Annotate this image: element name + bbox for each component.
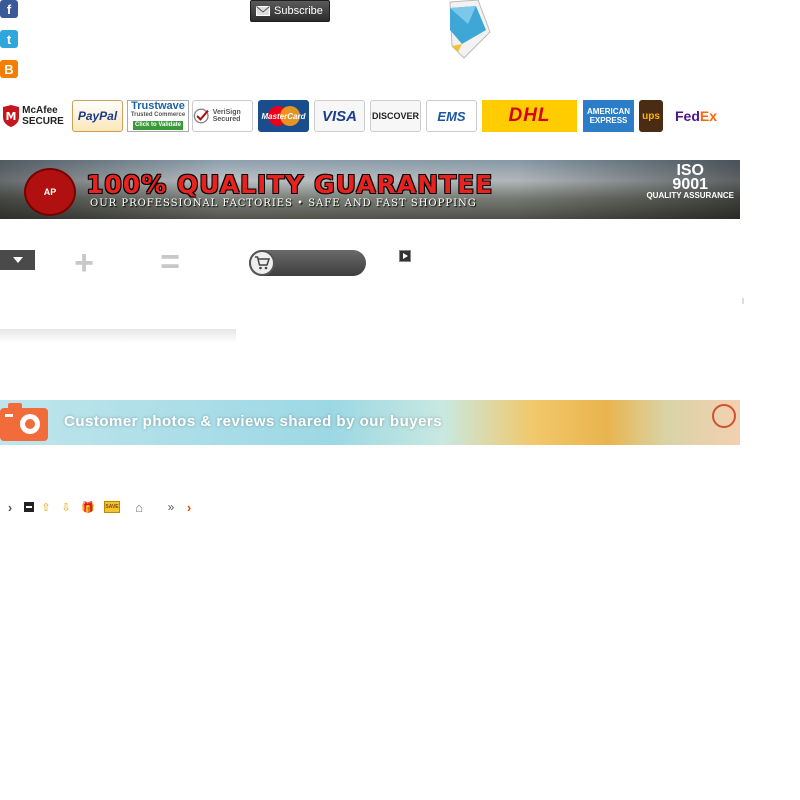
facebook-glyph: f <box>6 1 12 17</box>
arrow-down-icon[interactable]: ⇩ <box>60 501 72 514</box>
badge-text: AP <box>43 187 57 197</box>
save-icon[interactable]: SAVE <box>104 501 120 513</box>
quality-subtitle: OUR PROFESSIONAL FACTORIES • SAFE AND FA… <box>90 198 477 209</box>
blogger-glyph: B <box>4 61 14 77</box>
amex-text-2: EXPRESS <box>589 116 628 125</box>
ups-text: ups <box>642 110 660 122</box>
add-to-cart-button[interactable] <box>249 250 366 276</box>
ups-logo: ups <box>639 100 663 132</box>
subscribe-label: Subscribe <box>274 5 323 17</box>
trustwave-text: Trustwave <box>131 100 185 112</box>
chevron-right-icon[interactable]: › <box>4 500 16 515</box>
twitter-glyph: t <box>6 31 12 47</box>
dhl-logo: DHL <box>482 100 577 132</box>
iso-badge: ISO 9001 QUALITY ASSURANCE <box>646 163 734 200</box>
mcafee-secure-logo: M McAfee SECURE <box>0 100 66 132</box>
brand-circle-icon <box>712 404 736 428</box>
discover-logo: DISCOVER <box>370 100 421 132</box>
iso-assurance: QUALITY ASSURANCE <box>646 191 734 200</box>
facebook-icon[interactable]: f <box>0 0 18 18</box>
amex-text-1: AMERICAN <box>586 107 631 116</box>
equals-icon: = <box>160 243 180 281</box>
photo-banner-text: Customer photos & reviews shared by our … <box>64 413 443 430</box>
fedex-ex: Ex <box>699 108 717 124</box>
verisign-logo: VeriSign Secured <box>192 100 253 132</box>
mail-icon <box>256 6 270 16</box>
dhl-text: DHL <box>508 105 551 126</box>
trustwave-validate: Click to Validate <box>132 121 184 130</box>
trustwave-logo[interactable]: Trustwave Trusted Commerce Click to Vali… <box>127 100 189 132</box>
home-icon[interactable]: ⌂ <box>133 500 145 515</box>
arrow-up-icon[interactable]: ⇧ <box>40 501 52 514</box>
paypal-logo: PayPal <box>72 100 123 132</box>
trustwave-sub: Trusted Commerce <box>130 112 186 118</box>
collapse-icon[interactable] <box>24 502 34 512</box>
subscribe-button[interactable]: Subscribe <box>250 0 330 22</box>
fedex-fed: Fed <box>674 108 700 124</box>
play-icon[interactable] <box>399 250 411 262</box>
blogger-icon[interactable]: B <box>0 60 18 78</box>
visa-logo: VISA <box>314 100 365 132</box>
quality-title: 100% QUALITY GUARANTEE <box>86 170 494 199</box>
quality-guarantee-banner[interactable]: AP 100% QUALITY GUARANTEE OUR PROFESSION… <box>0 160 740 219</box>
cart-icon <box>249 250 275 276</box>
mastercard-logo: MasterCard <box>258 100 309 132</box>
discover-text: DISCOVER <box>371 111 419 121</box>
american-express-logo: AMERICAN EXPRESS <box>583 100 634 132</box>
twitter-icon[interactable]: t <box>0 30 18 48</box>
mastercard-text: MasterCard <box>261 111 306 121</box>
checkmark-icon <box>193 108 209 124</box>
visa-text: VISA <box>321 107 357 125</box>
gift-icon[interactable]: 🎁 <box>81 501 95 514</box>
iso-number: 9001 <box>672 176 709 193</box>
double-chevron-icon[interactable]: » <box>165 500 177 514</box>
mcafee-secure-text: SECURE <box>22 116 64 127</box>
ems-logo: EMS <box>426 100 477 132</box>
section-divider <box>0 329 236 343</box>
orange-chevron-icon[interactable]: › <box>183 500 195 515</box>
envelope-icon <box>449 0 491 59</box>
fedex-logo: Fed Ex <box>668 100 724 132</box>
camera-icon <box>0 403 48 441</box>
ems-text: EMS <box>437 108 466 124</box>
shield-icon: M <box>3 105 20 127</box>
factory-badge: AP <box>24 168 76 216</box>
dropdown-toggle[interactable] <box>0 250 35 270</box>
plus-icon: + <box>74 244 94 282</box>
paypal-text: PayPal <box>77 109 118 123</box>
mcafee-text: McAfee <box>22 105 58 116</box>
svg-text:M: M <box>6 110 17 123</box>
divider <box>742 298 744 304</box>
verisign-text: VeriSign Secured <box>212 109 241 123</box>
